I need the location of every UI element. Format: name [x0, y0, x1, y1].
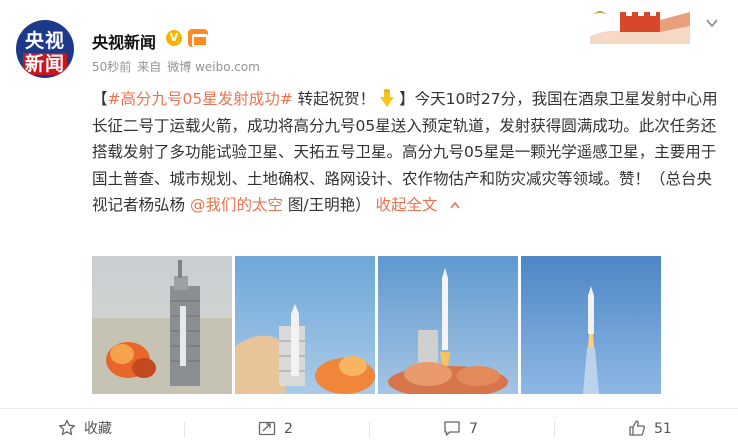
comment-button[interactable]: 7	[443, 409, 478, 448]
post-header: 央视 新闻 央视新闻 V 50秒前 来自 微博 weibo.com	[0, 0, 738, 86]
repost-icon	[258, 421, 276, 436]
collect-button[interactable]: 收藏	[58, 409, 112, 448]
action-divider	[554, 422, 555, 438]
collapse-button[interactable]: 收起全文	[376, 196, 461, 214]
launch-photo-2[interactable]	[235, 256, 375, 394]
comment-icon	[444, 421, 460, 436]
image-grid	[92, 256, 662, 396]
mention-link[interactable]: @我们的太空	[190, 196, 283, 214]
post-text: 【#高分九号05星发射成功# 转起祝贺！ 】今天10时27分，我国在酒泉卫星发射中…	[92, 86, 722, 219]
bracket-open: 【	[92, 90, 108, 108]
repost-button[interactable]: 2	[258, 409, 293, 448]
launch-photo-4[interactable]	[521, 256, 661, 394]
launch-photo-3[interactable]	[378, 256, 518, 394]
great-wall-banner-icon	[590, 11, 690, 44]
source-prefix: 来自	[137, 60, 162, 74]
action-divider	[184, 422, 185, 438]
action-bar: 收藏 2 7 51	[0, 408, 738, 448]
repost-cheer-text: 转起祝贺！	[292, 90, 376, 108]
author-name[interactable]: 央视新闻	[92, 29, 156, 53]
star-icon	[58, 419, 76, 436]
post-meta: 50秒前 来自 微博 weibo.com	[92, 58, 266, 75]
pointing-down-hand-icon	[377, 88, 397, 108]
avatar[interactable]: 央视 新闻	[16, 20, 74, 78]
post-time[interactable]: 50秒前	[92, 60, 131, 74]
chevron-down-icon[interactable]	[702, 16, 722, 36]
hashtag-link[interactable]: #高分九号05星发射成功#	[108, 90, 293, 108]
like-button[interactable]: 51	[628, 409, 672, 448]
chevron-up-icon	[449, 201, 460, 209]
avatar-text-bottom: 新闻	[22, 53, 67, 75]
verified-icon: V	[166, 30, 182, 46]
launch-photo-1[interactable]	[92, 256, 232, 394]
fan-badge-icon[interactable]	[188, 29, 208, 47]
photo-credit: 图/王明艳）	[282, 196, 371, 214]
action-divider	[369, 422, 370, 438]
thumbs-up-icon	[629, 420, 645, 436]
post-source[interactable]: 微博 weibo.com	[167, 60, 260, 74]
